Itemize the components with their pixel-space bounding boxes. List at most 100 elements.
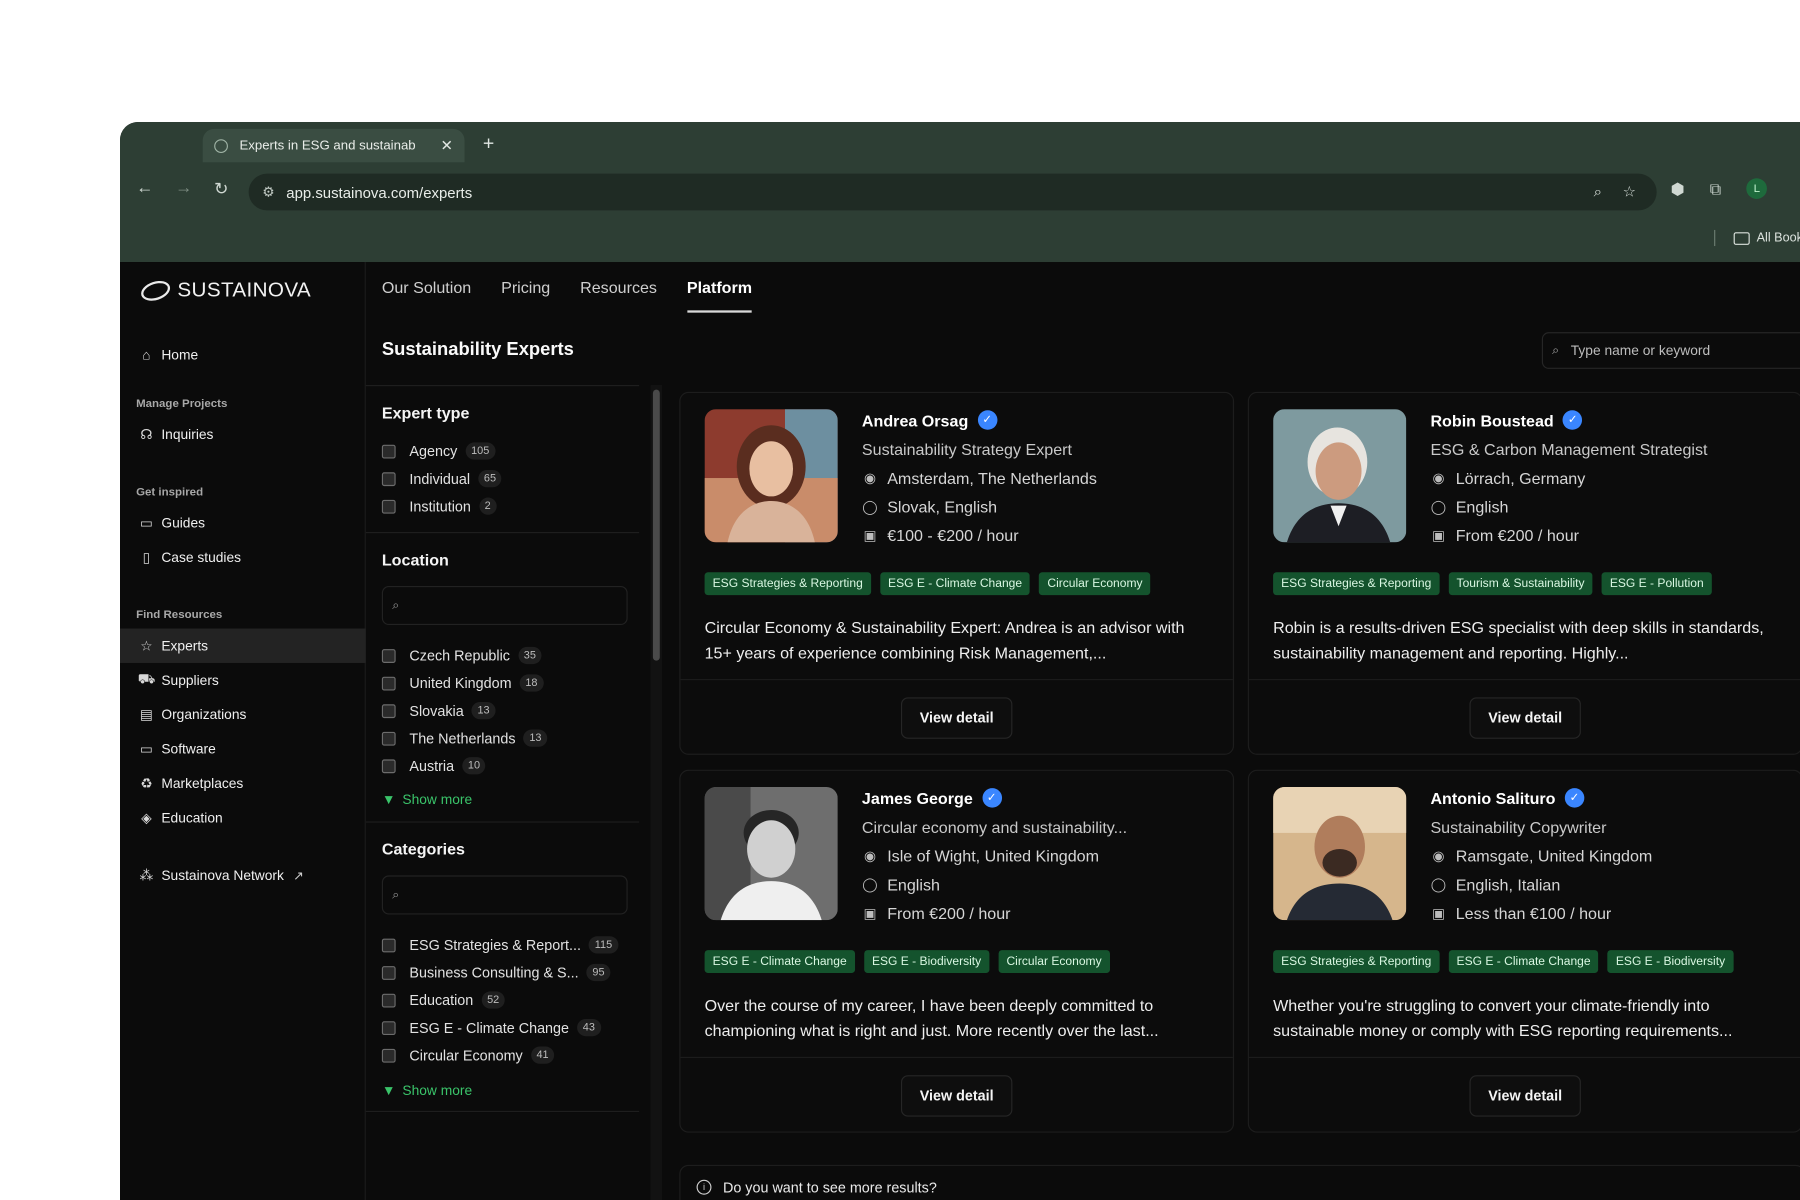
view-detail-button[interactable]: View detail [900,1075,1013,1117]
category-tag: Circular Economy [998,950,1110,974]
filter-option[interactable]: Czech Republic 35 [381,646,542,665]
sidebar-item-experts[interactable]: ☆ Experts [120,628,366,663]
checkbox[interactable] [381,444,396,458]
expert-location: ◉ Ramsgate, United Kingdom [1430,847,1652,865]
browser-window: Experts in ESG and sustainab ✕ + ← → ↻ ⚙… [120,122,1800,1200]
filter-option[interactable]: Slovakia 13 [381,701,496,720]
filter-option[interactable]: ESG Strategies & Report... 115 [381,936,618,954]
checkbox[interactable] [381,676,396,690]
zoom-icon[interactable]: ⌕ [1594,183,1602,201]
sidebar-section-inspired: Get inspired [136,486,204,499]
sidebar-item-case-studies[interactable]: ▯ Case studies [120,540,366,574]
checkbox[interactable] [381,731,396,746]
expert-card[interactable]: Antonio Salituro ✓ Sustainability Copywri… [1247,769,1800,1133]
checkbox[interactable] [381,1020,396,1035]
bookmark-star-icon[interactable]: ☆ [1623,183,1636,201]
expert-card[interactable]: Robin Boustead ✓ ESG & Carbon Management … [1247,391,1800,755]
sidebar-item-home[interactable]: ⌂ Home [120,338,366,372]
expert-location: ◉ Amsterdam, The Netherlands [862,469,1097,487]
filter-option[interactable]: Austria 10 [381,757,486,775]
back-icon[interactable]: ← [136,178,153,198]
expert-name[interactable]: Robin Boustead [1430,411,1553,429]
filter-option[interactable]: Individual 65 [381,469,502,488]
filter-title-expert-type: Expert type [381,403,470,422]
category-tag: ESG E - Climate Change [704,950,855,974]
filter-option[interactable]: Agency 105 [381,442,496,460]
expert-name[interactable]: Antonio Salituro [1430,789,1555,807]
expert-description: Over the course of my career, I have bee… [704,996,1159,1040]
brand-logo[interactable]: SUSTAINOVA [138,276,311,304]
expert-card[interactable]: James George ✓ Circular economy and susta… [679,769,1235,1133]
site-settings-icon[interactable]: ⚙ [262,184,274,200]
sidebar-item-software[interactable]: ▭ Software [120,732,366,766]
count-badge: 43 [577,1018,601,1037]
search-input[interactable]: ⌕ Type name or keyword [1541,332,1800,369]
sidebar-item-inquiries[interactable]: ☊ Inquiries [120,417,366,451]
expert-card[interactable]: Andrea Orsag ✓ Sustainability Strategy Ex… [679,391,1235,755]
filter-title-categories: Categories [381,839,465,859]
monitor-icon: ▭ [139,741,153,758]
count-badge: 52 [481,991,505,1009]
checkbox[interactable] [381,758,396,773]
filter-option[interactable]: United Kingdom 18 [381,674,544,692]
star-icon: ☆ [140,637,153,654]
count-badge: 105 [465,442,496,460]
filter-option[interactable]: Education 52 [381,991,505,1009]
nav-pricing[interactable]: Pricing [501,278,550,312]
document-icon: ▯ [142,549,151,566]
nav-platform[interactable]: Platform [686,278,752,313]
forward-icon[interactable]: → [175,178,192,198]
new-tab-icon[interactable]: + [483,132,494,155]
book-icon: ▭ [139,514,153,531]
sidebar-item-network[interactable]: ⁂ Sustainova Network ↗ [120,858,366,892]
checkbox[interactable] [381,648,396,663]
sidebar-item-marketplaces[interactable]: ♻ Marketplaces [120,766,366,800]
checkbox[interactable] [381,965,396,980]
reload-icon[interactable]: ↻ [214,178,228,199]
close-tab-icon[interactable]: ✕ [441,136,454,154]
view-detail-button[interactable]: View detail [1469,697,1581,739]
browser-tab[interactable]: Experts in ESG and sustainab ✕ [202,128,465,163]
extension-icon[interactable]: ⬢ [1670,179,1684,199]
all-bookmarks[interactable]: All Book [1714,229,1800,247]
sidebar-item-guides[interactable]: ▭ Guides [120,506,366,540]
checkbox[interactable] [381,938,396,952]
location-search-input[interactable]: ⌕ [381,585,628,626]
expert-location: ◉ Lörrach, Germany [1430,469,1585,487]
nav-our-solution[interactable]: Our Solution [382,278,471,312]
filter-option[interactable]: Circular Economy 41 [381,1046,555,1064]
location-show-more[interactable]: ▼ Show more [382,792,472,808]
filter-option[interactable]: Institution 2 [381,497,497,515]
expert-avatar [704,786,838,921]
expert-name[interactable]: Andrea Orsag [862,411,968,429]
verified-badge-icon: ✓ [981,788,1002,808]
money-icon: ▣ [863,527,877,544]
checkbox[interactable] [381,703,396,718]
building-icon: ▤ [139,706,153,723]
categories-search-input[interactable]: ⌕ [381,875,628,915]
sidebar-item-organizations[interactable]: ▤ Organizations [120,697,366,731]
filter-option[interactable]: The Netherlands 13 [381,729,548,747]
view-detail-button[interactable]: View detail [900,697,1013,739]
scrollbar-thumb[interactable] [652,389,660,661]
extensions-puzzle-icon[interactable]: ⧉ [1710,179,1721,199]
checkbox[interactable] [381,471,396,486]
checkbox[interactable] [381,993,396,1007]
nav-resources[interactable]: Resources [580,278,657,312]
recycle-icon: ♻ [140,775,153,792]
categories-show-more[interactable]: ▼ Show more [382,1082,472,1098]
filter-option[interactable]: ESG E - Climate Change 43 [381,1018,601,1037]
filter-option[interactable]: Business Consulting & S... 95 [381,963,611,982]
sidebar-item-education[interactable]: ◈ Education [120,801,366,835]
checkbox[interactable] [381,499,396,514]
profile-avatar[interactable]: L [1746,178,1768,199]
category-tag: ESG Strategies & Reporting [1273,572,1440,596]
chat-bubble-icon: ◯ [1430,876,1447,893]
checkbox[interactable] [381,1048,396,1063]
sidebar-item-suppliers[interactable]: ⛟ Suppliers [120,663,366,697]
view-detail-button[interactable]: View detail [1469,1075,1581,1117]
filters-scrollbar[interactable] [650,385,663,1200]
category-tag: Circular Economy [1039,572,1151,596]
expert-name[interactable]: James George [862,789,973,807]
address-bar[interactable]: ⚙ app.sustainova.com/experts ⌕ ☆ [248,173,1657,211]
